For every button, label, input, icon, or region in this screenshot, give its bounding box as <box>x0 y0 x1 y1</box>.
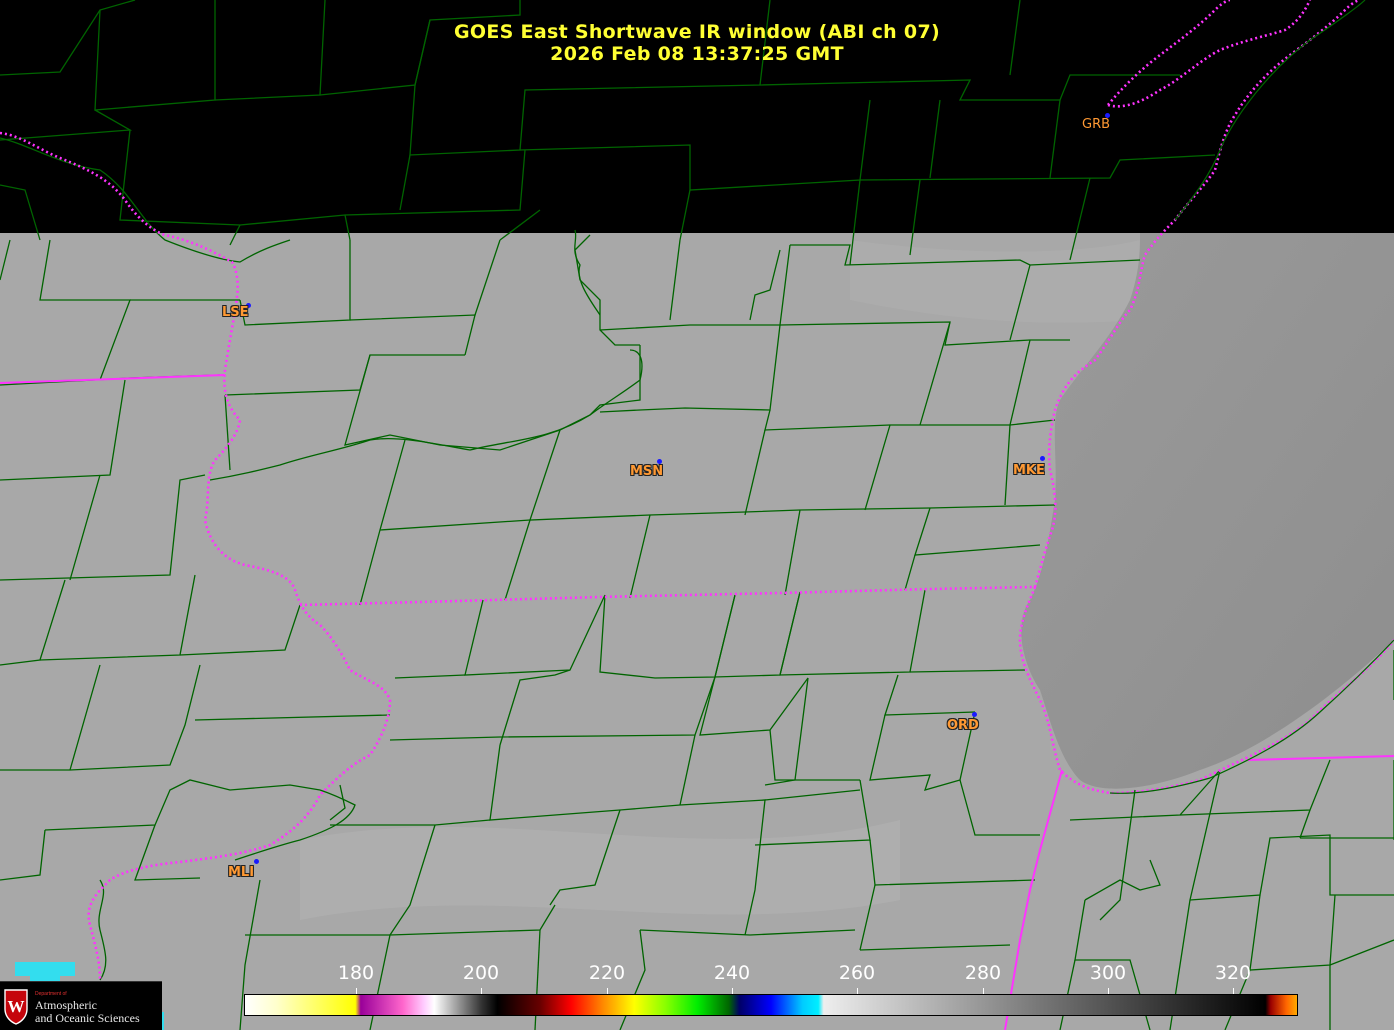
station-label-mke: MKE <box>1013 463 1045 478</box>
station-label-grb: GRB <box>1082 117 1111 132</box>
image-title: GOES East Shortwave IR window (ABI ch 07… <box>454 21 940 43</box>
station-label-ord: ORD <box>947 718 979 733</box>
image-timestamp: 2026 Feb 08 13:37:25 GMT <box>550 43 844 65</box>
uw-crest-icon: W <box>4 989 28 1025</box>
colorbar-tick-label: 280 <box>964 962 1002 984</box>
aos-logo: W Department of Atmospheric and Oceanic … <box>0 981 162 1030</box>
colorbar-tick-label: 200 <box>462 962 500 984</box>
colorbar-tick-label: 220 <box>588 962 626 984</box>
station-dot-mli <box>254 859 259 864</box>
station-dot-mke <box>1040 456 1045 461</box>
colorbar-tick-label: 240 <box>713 962 751 984</box>
station-label-mli: MLI <box>228 865 255 880</box>
logo-dept-text: Department of <box>35 991 67 997</box>
station-label-msn: MSN <box>630 464 664 479</box>
station-label-lse: LSE <box>222 305 249 320</box>
satellite-map <box>0 0 1394 1030</box>
crest-letter: W <box>8 997 25 1016</box>
station-dot-ord <box>972 712 977 717</box>
colorbar-tick-label: 300 <box>1089 962 1127 984</box>
colorbar-tick-label: 260 <box>838 962 876 984</box>
temperature-colorbar <box>244 994 1298 1016</box>
colorbar-tick-label: 320 <box>1214 962 1252 984</box>
cold-pixels <box>15 962 75 976</box>
satellite-image-viewer: GOES East Shortwave IR window (ABI ch 07… <box>0 0 1394 1030</box>
colorbar-tick-label: 180 <box>337 962 375 984</box>
logo-line2: and Oceanic Sciences <box>35 1011 140 1025</box>
